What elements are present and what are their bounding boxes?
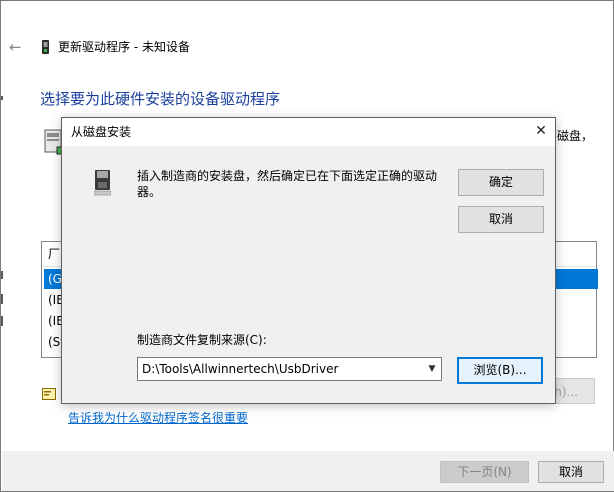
signature-icon bbox=[42, 388, 56, 400]
chevron-down-icon[interactable]: ▼ bbox=[423, 358, 441, 380]
dialog-cancel-button[interactable]: 取消 bbox=[458, 206, 544, 233]
wizard-heading: 选择要为此硬件安装的设备驱动程序 bbox=[40, 90, 281, 108]
wizard-title: 更新驱动程序 - 未知设备 bbox=[58, 40, 190, 54]
dialog-titlebar: 从磁盘安装 ✕ bbox=[62, 118, 555, 146]
device-icon bbox=[42, 40, 49, 54]
source-path-combobox[interactable]: D:\Tools\Allwinnertech\UsbDriver ▼ bbox=[137, 357, 442, 381]
next-button[interactable]: 下一页(N) bbox=[440, 461, 529, 483]
insert-disk-instruction: 插入制造商的安装盘，然后确定已在下面选定正确的驱动器。 bbox=[137, 169, 438, 199]
install-from-disk-dialog: 从磁盘安装 ✕ 插入制造商的安装盘，然后确定已在下面选定正确的驱动器。 确定 取… bbox=[61, 117, 556, 404]
signature-info-link[interactable]: 告诉我为什么驱动程序签名很重要 bbox=[68, 410, 248, 426]
browse-button[interactable]: 浏览(B)... bbox=[457, 357, 543, 384]
driver-update-wizard: ← 更新驱动程序 - 未知设备 选择要为此硬件安装的设备驱动程序 磁盘， 厂 (… bbox=[0, 0, 614, 492]
close-icon[interactable]: ✕ bbox=[527, 118, 555, 146]
ok-button[interactable]: 确定 bbox=[458, 169, 544, 196]
dialog-title: 从磁盘安装 bbox=[71, 125, 132, 139]
wizard-cancel-button[interactable]: 取消 bbox=[538, 461, 604, 483]
list-header-label: 厂 bbox=[48, 247, 61, 261]
floppy-disk-icon bbox=[94, 170, 111, 196]
source-path-value[interactable]: D:\Tools\Allwinnertech\UsbDriver bbox=[142, 361, 338, 377]
left-edge-fragments bbox=[1, 96, 3, 356]
back-arrow-icon[interactable]: ← bbox=[9, 39, 25, 55]
source-path-label: 制造商文件复制来源(C): bbox=[137, 333, 267, 347]
intro-text-fragment: 磁盘， bbox=[557, 129, 594, 143]
